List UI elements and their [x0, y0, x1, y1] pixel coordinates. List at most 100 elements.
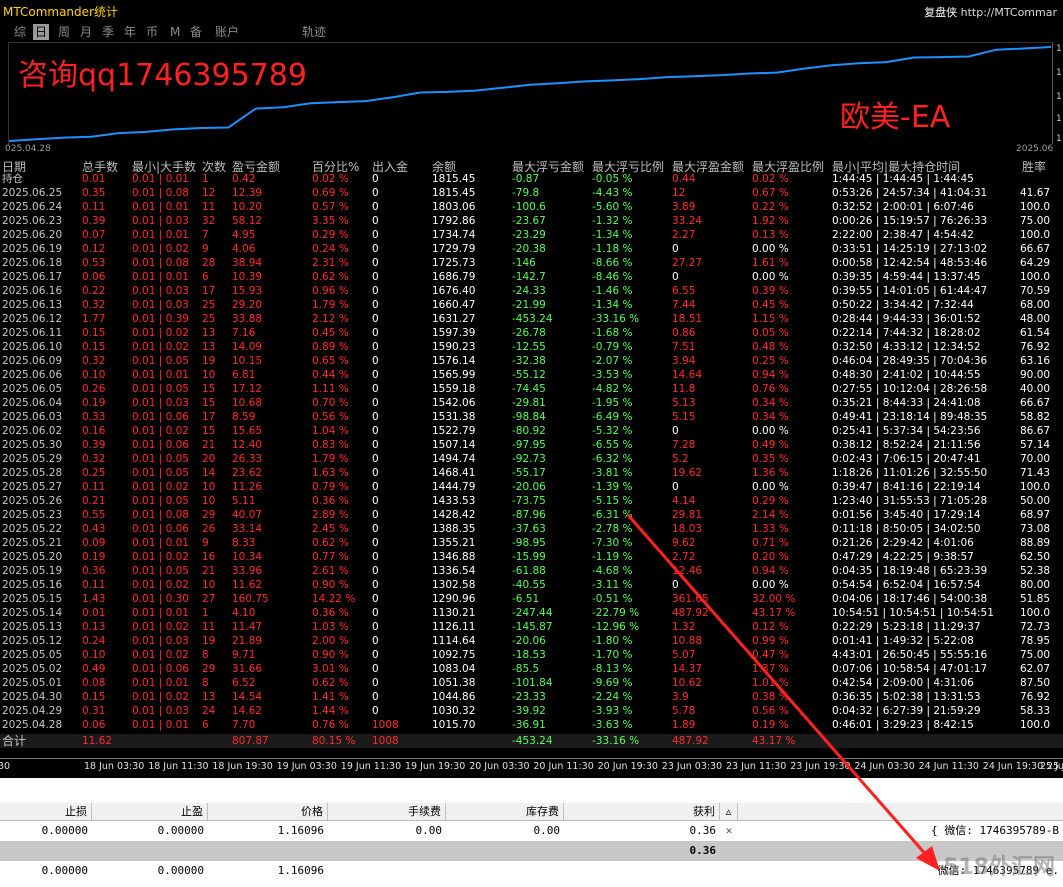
- tab-quarter[interactable]: 季: [100, 24, 116, 40]
- col-hold-time[interactable]: 最小|平均|最大持仓时间: [832, 158, 960, 174]
- table-row[interactable]: 2025.06.03 0.33 0.01 | 0.06 17 8.59 0.56 % 0 15…: [0, 410, 1063, 424]
- tab-year[interactable]: 年: [122, 24, 138, 40]
- col-max-float-profit-pct[interactable]: 最大浮盈比例: [752, 158, 824, 174]
- cell-cnt: 21: [202, 439, 216, 451]
- table-row[interactable]: 2025.05.16 0.11 0.01 | 0.02 10 11.62 0.90 % 0 1…: [0, 578, 1063, 592]
- col-take-profit[interactable]: 止盈: [92, 803, 208, 820]
- table-row[interactable]: 2025.06.20 0.07 0.01 | 0.01 7 4.95 0.29 % 0 173…: [0, 228, 1063, 242]
- cell-time: 0:33:51 | 14:25:19 | 27:13:02: [832, 243, 988, 255]
- table-row[interactable]: 2025.05.15 1.43 0.01 | 0.30 27 160.75 14.22 %…: [0, 592, 1063, 606]
- table-row[interactable]: 2025.05.05 0.10 0.01 | 0.02 8 9.71 0.90 % 0 109…: [0, 648, 1063, 662]
- cell-lot: 0.32: [82, 299, 106, 311]
- table-row[interactable]: 2025.05.27 0.11 0.01 | 0.02 10 11.26 0.79 % 0 1…: [0, 480, 1063, 494]
- cell-win: 80.00: [1020, 579, 1051, 591]
- tab-account[interactable]: 账户: [213, 24, 241, 40]
- table-row[interactable]: 2025.04.30 0.15 0.01 | 0.02 13 14.54 1.41 % 0 1…: [0, 690, 1063, 704]
- cell-date: 2025.05.19: [2, 565, 63, 577]
- table-row[interactable]: 2025.04.28 0.06 0.01 | 0.01 6 7.70 0.76 % 1008…: [0, 718, 1063, 732]
- tab-day[interactable]: 日: [33, 24, 50, 40]
- table-row[interactable]: 2025.06.12 1.77 0.01 | 0.39 25 33.88 2.12 % 0 1…: [0, 312, 1063, 326]
- table-row[interactable]: 2025.06.05 0.26 0.01 | 0.05 15 17.12 1.11 % 0 1…: [0, 382, 1063, 396]
- cell-pct: 2.12 %: [312, 313, 349, 325]
- col-percent[interactable]: 百分比%: [312, 158, 359, 174]
- col-commission[interactable]: 手续费: [328, 803, 446, 820]
- cell-mfp: 18.03: [672, 523, 703, 535]
- tab-overview[interactable]: 综: [12, 24, 28, 40]
- table-row[interactable]: 2025.05.22 0.43 0.01 | 0.06 26 33.14 2.45 % 0 1…: [0, 522, 1063, 536]
- col-swap[interactable]: 库存费: [446, 803, 564, 820]
- col-balance[interactable]: 余额: [432, 158, 456, 174]
- table-row[interactable]: 2025.05.14 0.01 0.01 | 0.01 1 4.10 0.36 % 0 113…: [0, 606, 1063, 620]
- table-row[interactable]: 2025.06.16 0.22 0.01 | 0.03 17 15.93 0.96 % 0 1…: [0, 284, 1063, 298]
- col-date[interactable]: 日期: [2, 158, 26, 174]
- trade-row[interactable]: 0.00000 0.00000 1.16096 微信: 1746395789 e…: [0, 862, 1063, 880]
- table-row[interactable]: 2025.05.21 0.09 0.01 | 0.01 9 8.33 0.62 % 0 135…: [0, 536, 1063, 550]
- tab-magic[interactable]: M: [168, 24, 182, 40]
- brand-link[interactable]: 复盘侠 http://MTCommar: [924, 4, 1057, 20]
- table-row[interactable]: 2025.06.06 0.10 0.01 | 0.01 10 6.81 0.44 % 0 15…: [0, 368, 1063, 382]
- table-row[interactable]: 2025.06.02 0.16 0.01 | 0.02 15 15.65 1.04 % 0 1…: [0, 424, 1063, 438]
- col-max-float-loss[interactable]: 最大浮亏金额: [512, 158, 584, 174]
- col-total-lots[interactable]: 总手数: [82, 158, 118, 174]
- table-row[interactable]: 2025.06.18 0.53 0.01 | 0.08 28 38.94 2.31 % 0 1…: [0, 256, 1063, 270]
- axis-tick: 1: [1056, 44, 1062, 54]
- table-row[interactable]: 2025.05.30 0.39 0.01 | 0.06 21 12.40 0.83 % 0 1…: [0, 438, 1063, 452]
- cell-pct: 1.79 %: [312, 453, 349, 465]
- table-row[interactable]: 2025.05.19 0.36 0.01 | 0.05 21 33.96 2.61 % 0 1…: [0, 564, 1063, 578]
- col-deposit[interactable]: 出入金: [372, 158, 408, 174]
- table-row[interactable]: 2025.06.19 0.12 0.01 | 0.02 9 4.06 0.24 % 0 172…: [0, 242, 1063, 256]
- table-row[interactable]: 2025.05.29 0.32 0.01 | 0.05 20 26.33 1.79 % 0 1…: [0, 452, 1063, 466]
- tab-month[interactable]: 月: [78, 24, 94, 40]
- cell-mfl: -98.84: [512, 411, 546, 423]
- col-max-float-profit[interactable]: 最大浮盈金额: [672, 158, 744, 174]
- table-row[interactable]: 2025.06.23 0.39 0.01 | 0.03 32 58.12 3.35 % 0 1…: [0, 214, 1063, 228]
- table-row[interactable]: 2025.05.01 0.08 0.01 | 0.01 8 6.52 0.62 % 0 105…: [0, 676, 1063, 690]
- cell-bal: 1725.73: [432, 257, 476, 269]
- table-row[interactable]: 2025.06.24 0.11 0.01 | 0.01 11 10.20 0.57 % 0 1…: [0, 200, 1063, 214]
- cell-pct: 2.00 %: [312, 635, 349, 647]
- table-row[interactable]: 2025.05.13 0.13 0.01 | 0.02 11 11.47 1.03 % 0 1…: [0, 620, 1063, 634]
- cell-pct: 1.41 %: [312, 691, 349, 703]
- table-row[interactable]: 2025.06.17 0.06 0.01 | 0.01 6 10.39 0.62 % 0 16…: [0, 270, 1063, 284]
- cell-date: 2025.06.10: [2, 341, 63, 353]
- table-row[interactable]: 2025.05.23 0.55 0.01 | 0.08 29 40.07 2.89 % 0 1…: [0, 508, 1063, 522]
- tab-comment[interactable]: 备: [188, 24, 204, 40]
- table-row[interactable]: 2025.05.12 0.24 0.01 | 0.03 19 21.89 2.00 % 0 1…: [0, 634, 1063, 648]
- close-icon[interactable]: ✕: [720, 822, 738, 840]
- col-max-float-loss-pct[interactable]: 最大浮亏比例: [592, 158, 664, 174]
- col-count[interactable]: 次数: [202, 158, 226, 174]
- trade-row[interactable]: 0.00000 0.00000 1.16096 0.00 0.00 0.36 ✕…: [0, 822, 1063, 840]
- table-row[interactable]: 2025.06.04 0.19 0.01 | 0.03 15 10.68 0.70 % 0 1…: [0, 396, 1063, 410]
- cell-lot: 0.55: [82, 509, 106, 521]
- cell-win: 51.85: [1020, 593, 1051, 605]
- cell-win: 72.73: [1020, 621, 1051, 633]
- table-row[interactable]: 2025.05.28 0.25 0.01 | 0.05 14 23.62 1.63 % 0 1…: [0, 466, 1063, 480]
- col-min-max-lots[interactable]: 最小|大手数: [132, 158, 196, 174]
- col-pnl[interactable]: 盈亏金额: [232, 158, 280, 174]
- total-row[interactable]: 合计 11.62 807.87 80.15 % 1008 -453.24 -33.16 % 4…: [0, 734, 1063, 748]
- table-row[interactable]: 2025.05.26 0.21 0.01 | 0.05 10 5.11 0.36 % 0 14…: [0, 494, 1063, 508]
- table-row[interactable]: 2025.05.02 0.49 0.01 | 0.06 29 31.66 3.01 % 0 1…: [0, 662, 1063, 676]
- cell-mfl: -23.33: [512, 691, 546, 703]
- tab-week[interactable]: 周: [56, 24, 72, 40]
- col-price[interactable]: 价格: [208, 803, 328, 820]
- table-row[interactable]: 2025.06.10 0.15 0.01 | 0.02 13 14.09 0.89 % 0 1…: [0, 340, 1063, 354]
- table-row[interactable]: 2025.04.29 0.31 0.01 | 0.03 24 14.62 1.44 % 0 1…: [0, 704, 1063, 718]
- col-profit[interactable]: 获利: [564, 803, 720, 820]
- table-row[interactable]: 2025.05.20 0.19 0.01 | 0.02 16 10.34 0.77 % 0 1…: [0, 550, 1063, 564]
- table-row[interactable]: 持仓 0.01 0.01 | 0.01 1 0.42 0.02 % 0 1815.45 -0.8…: [0, 172, 1063, 186]
- cell-pct: 2.45 %: [312, 523, 349, 535]
- table-row[interactable]: 2025.06.09 0.32 0.01 | 0.05 19 10.15 0.65 % 0 1…: [0, 354, 1063, 368]
- col-stop-loss[interactable]: 止损: [0, 803, 92, 820]
- tab-symbol[interactable]: 币: [144, 24, 160, 40]
- cell-date: 2025.06.03: [2, 411, 63, 423]
- cell-pct: 0.62 %: [312, 677, 349, 689]
- cell-pnl: 58.12: [232, 215, 263, 227]
- col-win-rate[interactable]: 胜率: [1022, 158, 1046, 174]
- sort-arrow-icon[interactable]: ▵: [720, 803, 738, 820]
- table-row[interactable]: 2025.06.13 0.32 0.01 | 0.03 25 29.20 1.79 % 0 1…: [0, 298, 1063, 312]
- table-row[interactable]: 2025.06.11 0.15 0.01 | 0.02 13 7.16 0.45 % 0 15…: [0, 326, 1063, 340]
- cell-mfl: -0.87: [512, 173, 540, 185]
- table-row[interactable]: 2025.06.25 0.35 0.01 | 0.08 12 12.39 0.69 % 0 1…: [0, 186, 1063, 200]
- tab-trace[interactable]: 轨迹: [300, 24, 328, 40]
